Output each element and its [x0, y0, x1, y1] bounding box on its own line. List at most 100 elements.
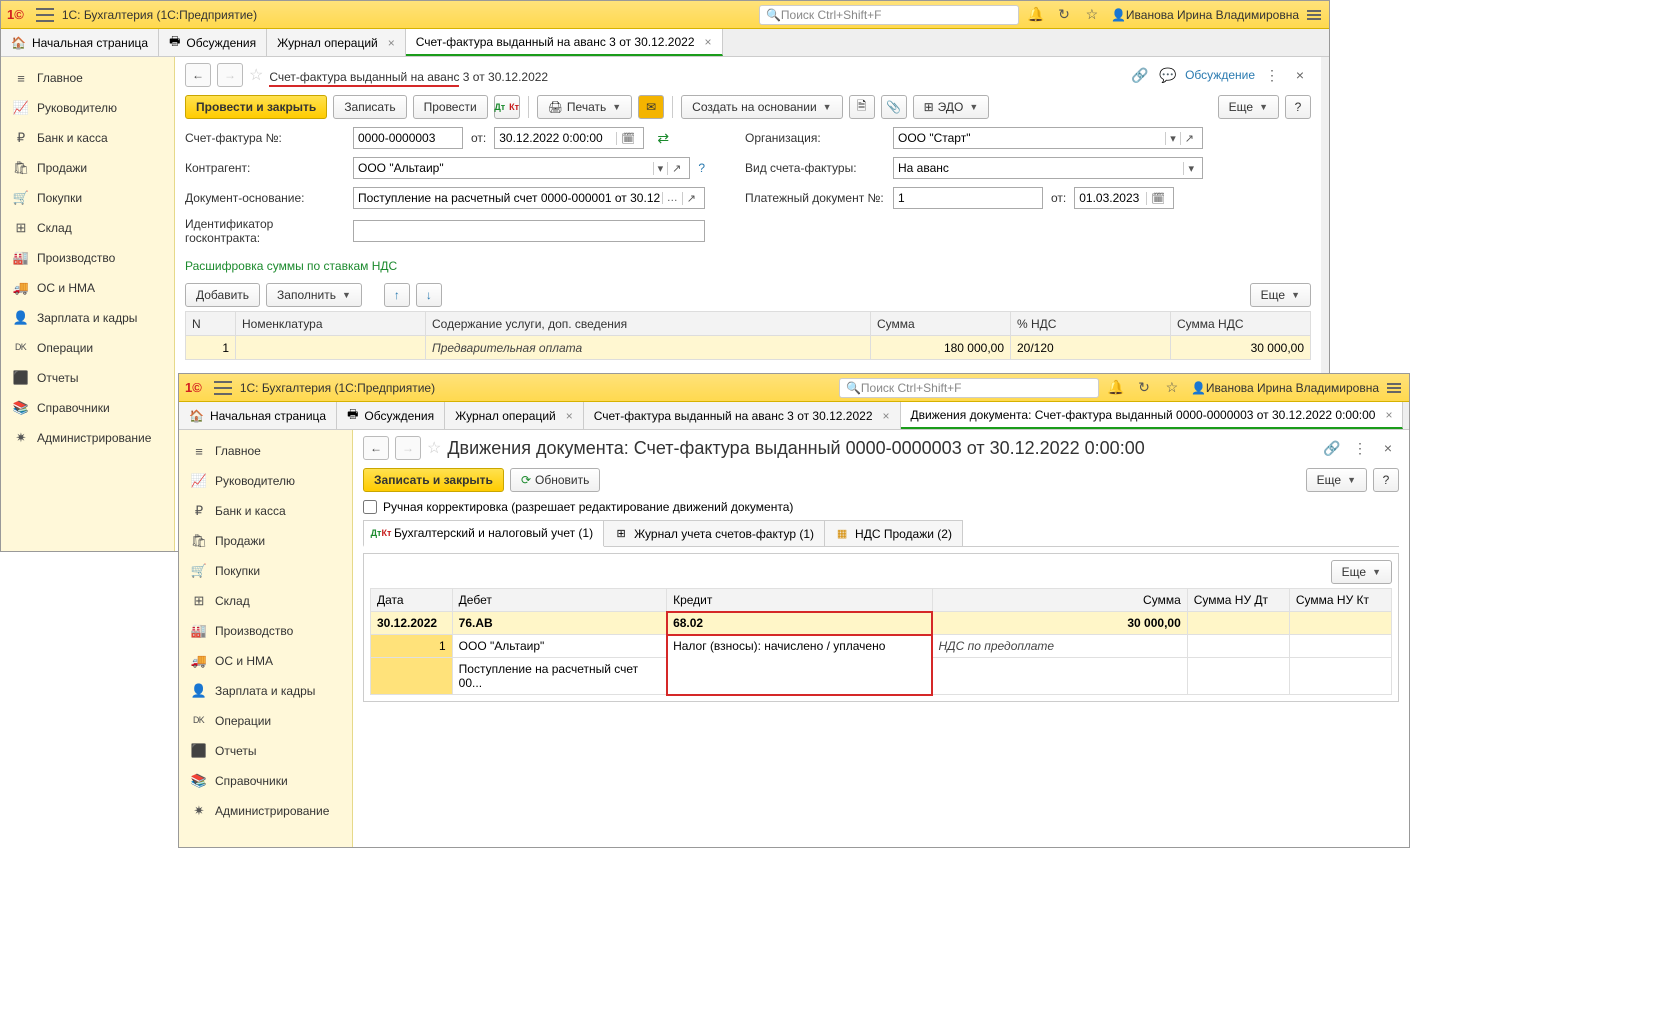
sidebar-item-2[interactable]: ₽Банк и касса — [1, 123, 174, 153]
sidebar-item-11[interactable]: 📚Справочники — [179, 766, 352, 796]
sidebar-item-12[interactable]: ✷Администрирование — [179, 796, 352, 826]
resequence-icon[interactable]: ⇄ — [652, 127, 674, 149]
calendar-icon[interactable]: 🗓 — [1146, 192, 1169, 205]
chat-icon[interactable]: 💬 — [1157, 64, 1179, 86]
nav-back-button[interactable]: ← — [185, 63, 211, 87]
subtab-invoice-journal[interactable]: ⊞Журнал учета счетов-фактур (1) — [603, 520, 825, 546]
favorite-star-icon[interactable]: ☆ — [427, 438, 441, 458]
panel-toggle-icon[interactable] — [1305, 6, 1323, 24]
ellipsis-icon[interactable]: … — [662, 192, 682, 204]
input-org[interactable]: ООО "Старт"▾↗ — [893, 127, 1203, 149]
col-desc[interactable]: Содержание услуги, доп. сведения — [426, 312, 871, 336]
sidebar-item-7[interactable]: 🚚ОС и НМА — [179, 646, 352, 676]
close-icon[interactable]: × — [566, 409, 573, 423]
col-nom[interactable]: Номенклатура — [236, 312, 426, 336]
close-icon[interactable]: × — [388, 36, 395, 50]
close-icon[interactable]: × — [705, 35, 712, 49]
kebab-icon[interactable]: ⋮ — [1261, 64, 1283, 86]
calendar-icon[interactable]: 🗓 — [616, 132, 639, 145]
ledger-row-detail[interactable]: 1 ООО "Альтаир" Налог (взносы): начислен… — [371, 635, 1392, 658]
sidebar-item-5[interactable]: ⊞Склад — [1, 213, 174, 243]
table-row[interactable]: 1 Предварительная оплата 180 000,00 20/1… — [186, 336, 1311, 360]
sidebar-item-5[interactable]: ⊞Склад — [179, 586, 352, 616]
col-rate[interactable]: % НДС — [1011, 312, 1171, 336]
help-button[interactable]: ? — [1285, 95, 1311, 119]
input-date[interactable]: 30.12.2022 0:00:00🗓 — [494, 127, 644, 149]
move-up-button[interactable]: ↑ — [384, 283, 410, 307]
col-credit[interactable]: Кредит — [667, 589, 932, 612]
tab-doc[interactable]: Счет-фактура выданный на аванс 3 от 30.1… — [584, 402, 901, 429]
post-and-close-button[interactable]: Провести и закрыть — [185, 95, 327, 119]
help-button[interactable]: ? — [1373, 468, 1399, 492]
create-from-button[interactable]: Создать на основании▼ — [681, 95, 842, 119]
sidebar-item-12[interactable]: ✷Администрирование — [1, 423, 174, 453]
sidebar-item-4[interactable]: 🛒Покупки — [1, 183, 174, 213]
sidebar-item-0[interactable]: ≡Главное — [179, 436, 352, 466]
close-page-icon[interactable]: × — [1289, 64, 1311, 86]
user-chip[interactable]: 👤 Иванова Ирина Владимировна — [1191, 381, 1379, 395]
sidebar-item-8[interactable]: 👤Зарплата и кадры — [179, 676, 352, 706]
open-icon[interactable]: ↗ — [667, 162, 685, 175]
bell-icon[interactable]: 🔔 — [1105, 377, 1127, 399]
col-date[interactable]: Дата — [371, 589, 453, 612]
nav-back-button[interactable]: ← — [363, 436, 389, 460]
search-input[interactable]: 🔍 Поиск Ctrl+Shift+F — [759, 5, 1019, 25]
sidebar-item-4[interactable]: 🛒Покупки — [179, 556, 352, 586]
write-button[interactable]: Записать — [333, 95, 406, 119]
dtkt-button[interactable]: ДтКт — [494, 95, 520, 119]
help-hint-icon[interactable]: ? — [698, 161, 705, 175]
tab-doc[interactable]: Счет-фактура выданный на аванс 3 от 30.1… — [406, 29, 723, 56]
col-nukt[interactable]: Сумма НУ Кт — [1289, 589, 1391, 612]
favorite-star-icon[interactable]: ☆ — [249, 65, 263, 85]
sidebar-item-11[interactable]: 📚Справочники — [1, 393, 174, 423]
ledger-row-header[interactable]: 30.12.2022 76.АВ 68.02 30 000,00 — [371, 612, 1392, 635]
tab-home[interactable]: 🏠 Начальная страница — [1, 29, 159, 56]
input-num[interactable]: 0000-0000003 — [353, 127, 463, 149]
star-icon[interactable]: ☆ — [1081, 4, 1103, 26]
subtab-vat-sales[interactable]: ▦НДС Продажи (2) — [824, 520, 963, 546]
input-paynum[interactable]: 1 — [893, 187, 1043, 209]
ledger-more-button[interactable]: Еще▼ — [1331, 560, 1392, 584]
input-kind[interactable]: На аванс▾ — [893, 157, 1203, 179]
col-nudt[interactable]: Сумма НУ Дт — [1187, 589, 1289, 612]
sidebar-item-6[interactable]: 🏭Производство — [1, 243, 174, 273]
close-icon[interactable]: × — [883, 409, 890, 423]
sidebar-item-3[interactable]: 🛍Продажи — [179, 526, 352, 556]
refresh-button[interactable]: ⟳ Обновить — [510, 468, 600, 492]
sidebar-item-9[interactable]: ᴰᴷОперации — [1, 333, 174, 363]
history-icon[interactable]: ↻ — [1053, 4, 1075, 26]
tab-journal[interactable]: Журнал операций× — [267, 29, 406, 56]
dropdown-icon[interactable]: ▾ — [1183, 162, 1198, 175]
hamburger-icon[interactable] — [214, 381, 232, 395]
more-button[interactable]: Еще▼ — [1218, 95, 1279, 119]
col-n[interactable]: N — [186, 312, 236, 336]
history-icon[interactable]: ↻ — [1133, 377, 1155, 399]
star-icon[interactable]: ☆ — [1161, 377, 1183, 399]
sidebar-item-10[interactable]: ⬛Отчеты — [1, 363, 174, 393]
hamburger-icon[interactable] — [36, 8, 54, 22]
open-icon[interactable]: ↗ — [1180, 132, 1198, 145]
tab-moves[interactable]: Движения документа: Счет-фактура выданны… — [901, 402, 1404, 429]
dropdown-icon[interactable]: ▾ — [653, 162, 668, 175]
link-icon[interactable]: 🔗 — [1321, 437, 1343, 459]
sidebar-item-2[interactable]: ₽Банк и касса — [179, 496, 352, 526]
print-button[interactable]: 🖨 Печать▼ — [537, 95, 632, 119]
input-id[interactable] — [353, 220, 705, 242]
post-button[interactable]: Провести — [413, 95, 488, 119]
sidebar-item-6[interactable]: 🏭Производство — [179, 616, 352, 646]
search-input[interactable]: 🔍 Поиск Ctrl+Shift+F — [839, 378, 1099, 398]
panel-toggle-icon[interactable] — [1385, 379, 1403, 397]
table-more-button[interactable]: Еще▼ — [1250, 283, 1311, 307]
related-button[interactable]: 🗎 — [849, 95, 875, 119]
sidebar-item-0[interactable]: ≡Главное — [1, 63, 174, 93]
close-icon[interactable]: × — [1385, 408, 1392, 422]
col-sum[interactable]: Сумма — [932, 589, 1187, 612]
manual-checkbox[interactable]: Ручная корректировка (разрешает редактир… — [363, 500, 1399, 514]
tab-home[interactable]: 🏠 Начальная страница — [179, 402, 337, 429]
add-row-button[interactable]: Добавить — [185, 283, 260, 307]
sidebar-item-7[interactable]: 🚚ОС и НМА — [1, 273, 174, 303]
col-debit[interactable]: Дебет — [452, 589, 666, 612]
close-page-icon[interactable]: × — [1377, 437, 1399, 459]
subtab-accounting[interactable]: ДтКтБухгалтерский и налоговый учет (1) — [363, 520, 604, 547]
vat-breakdown-link[interactable]: Расшифровка суммы по ставкам НДС — [185, 259, 397, 273]
